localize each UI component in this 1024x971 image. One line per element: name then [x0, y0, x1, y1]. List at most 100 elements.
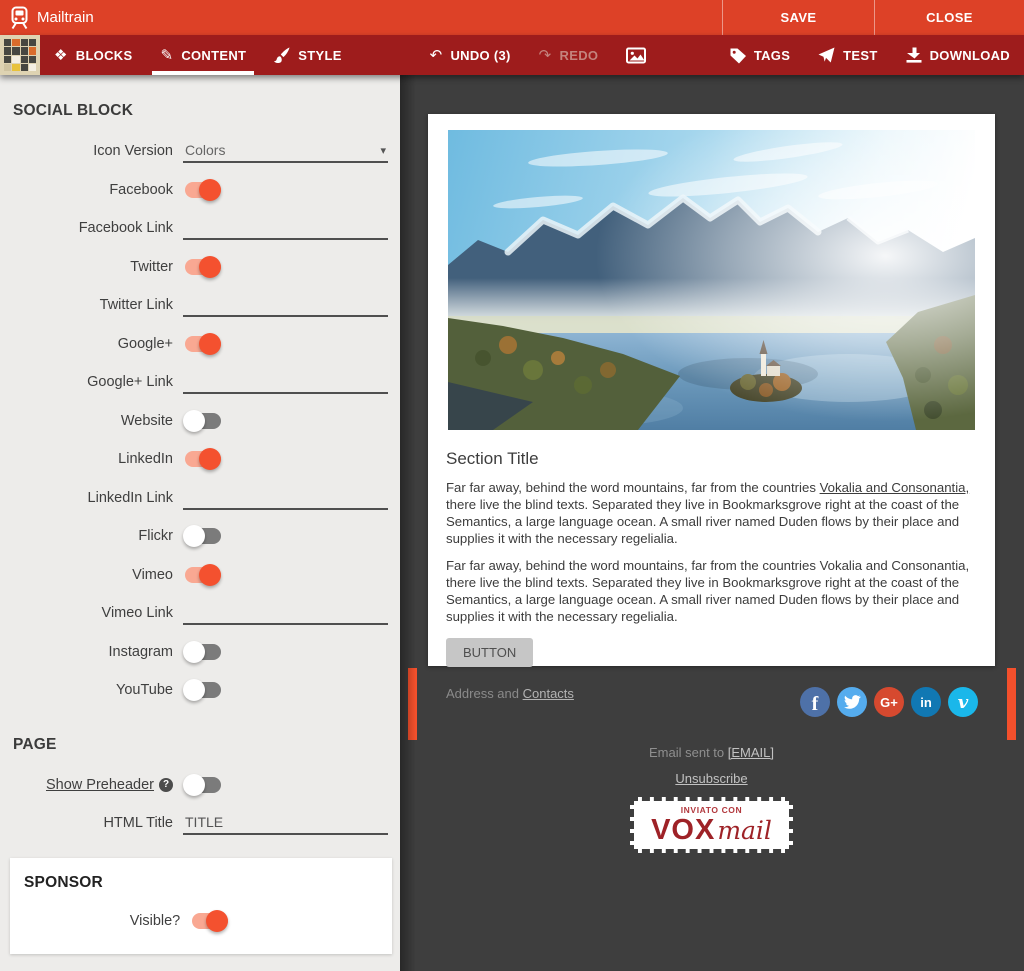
show-preheader-label: Show Preheader	[46, 777, 154, 793]
googleplus-toggle[interactable]	[183, 333, 223, 355]
badge-mail-text: mail	[717, 818, 772, 843]
linkedin-link-input[interactable]	[183, 486, 388, 510]
linkedin-icon[interactable]: in	[911, 687, 941, 717]
facebook-row: Facebook	[0, 171, 400, 210]
address-line[interactable]: Address and Contacts	[446, 686, 574, 701]
youtube-row: YouTube	[0, 671, 400, 710]
redo-icon: ↷	[539, 48, 552, 63]
download-label: DOWNLOAD	[930, 48, 1010, 63]
show-preheader-row: Show Preheader ?	[0, 766, 400, 805]
paragraph-1-text: Far far away, behind the word mountains,…	[446, 480, 820, 495]
vimeo-link-row: Vimeo Link	[0, 594, 400, 633]
download-icon	[906, 47, 922, 63]
vimeo-link-input[interactable]	[183, 601, 388, 625]
section-title[interactable]: Section Title	[446, 449, 977, 469]
facebook-link-input[interactable]	[183, 216, 388, 240]
facebook-link-row: Facebook Link	[0, 209, 400, 248]
voxmail-badge[interactable]: INVIATO CON VOX mail	[630, 797, 793, 853]
email-sent-line: Email sent to [EMAIL]	[428, 745, 995, 760]
facebook-link-label: Facebook Link	[79, 220, 173, 236]
vimeo-link-label: Vimeo Link	[102, 605, 173, 621]
linkedin-toggle[interactable]	[183, 448, 223, 470]
instagram-row: Instagram	[0, 633, 400, 672]
youtube-toggle[interactable]	[183, 679, 223, 701]
twitter-link-label: Twitter Link	[100, 297, 173, 313]
show-preheader-toggle[interactable]	[183, 774, 223, 796]
twitter-toggle[interactable]	[183, 256, 223, 278]
tab-content[interactable]: ✎ CONTENT	[146, 35, 260, 75]
tab-style[interactable]: STYLE	[260, 35, 355, 75]
sponsor-visible-toggle[interactable]	[190, 910, 230, 932]
social-block-heading: SOCIAL BLOCK	[0, 102, 400, 120]
email-canvas[interactable]: Section Title Far far away, behind the w…	[428, 114, 995, 666]
google-plus-icon[interactable]: G+	[874, 687, 904, 717]
twitter-link-input[interactable]	[183, 293, 388, 317]
header-spacer	[94, 0, 722, 35]
icon-version-row: Icon Version Colors ▾	[0, 132, 400, 171]
pencil-icon: ✎	[160, 48, 173, 63]
website-label: Website	[121, 413, 173, 429]
unsubscribe-link[interactable]: Unsubscribe	[428, 771, 995, 786]
sponsor-visible-label: Visible?	[130, 913, 181, 929]
website-toggle[interactable]	[183, 410, 223, 432]
email-token-link[interactable]: [EMAIL]	[728, 745, 774, 760]
icon-version-label: Icon Version	[93, 143, 173, 159]
hero-image[interactable]	[448, 130, 975, 430]
social-block-rows: Icon Version Colors ▾ Facebook Facebook …	[0, 132, 400, 710]
close-button[interactable]: CLOSE	[874, 0, 1024, 35]
flickr-toggle[interactable]	[183, 525, 223, 547]
tags-label: TAGS	[754, 48, 790, 63]
paragraph-1-text-after: there live the blind texts. Separated th…	[446, 497, 959, 546]
sponsor-visible-row: Visible?	[10, 902, 392, 941]
facebook-icon[interactable]: f	[800, 687, 830, 717]
icon-version-select[interactable]: Colors ▾	[183, 139, 388, 163]
html-title-row: HTML Title	[0, 804, 400, 843]
badge-vox-text: VOX	[651, 816, 715, 845]
editor-main: SOCIAL BLOCK Icon Version Colors ▾ Faceb…	[0, 75, 1024, 971]
linkedin-label: LinkedIn	[118, 451, 173, 467]
linkedin-row: LinkedIn	[0, 440, 400, 479]
googleplus-link-label: Google+ Link	[87, 374, 173, 390]
contacts-link[interactable]: Contacts	[523, 686, 574, 701]
vokalia-link[interactable]: Vokalia and Consonantia,	[820, 480, 970, 495]
save-button[interactable]: SAVE	[722, 0, 874, 35]
vimeo-icon[interactable]: v	[948, 687, 978, 717]
googleplus-link-input[interactable]	[183, 370, 388, 394]
app-header: Mailtrain SAVE CLOSE	[0, 0, 1024, 35]
undo-icon: ↶	[430, 48, 443, 63]
twitter-row: Twitter	[0, 248, 400, 287]
twitter-link-row: Twitter Link	[0, 286, 400, 325]
gallery-button[interactable]	[612, 35, 660, 75]
email-button[interactable]: BUTTON	[446, 638, 533, 667]
page-heading: PAGE	[0, 736, 400, 754]
tab-blocks[interactable]: ❖ BLOCKS	[40, 35, 146, 75]
tab-style-label: STYLE	[298, 48, 341, 63]
block-selection-bar-right[interactable]	[1007, 668, 1016, 740]
block-selection-bar-left[interactable]	[408, 668, 417, 740]
sponsor-card: SPONSOR Visible?	[10, 858, 392, 955]
email-preview: Section Title Far far away, behind the w…	[400, 75, 1024, 971]
test-button[interactable]: TEST	[804, 35, 891, 75]
html-title-input[interactable]	[183, 811, 388, 835]
mailtrain-editor-window: Mailtrain SAVE CLOSE ❖ BLOCKS ✎ CONTENT …	[0, 0, 1024, 971]
tags-button[interactable]: TAGS	[715, 35, 804, 75]
facebook-toggle[interactable]	[183, 179, 223, 201]
vimeo-toggle[interactable]	[183, 564, 223, 586]
paragraph-1[interactable]: Far far away, behind the word mountains,…	[446, 479, 977, 547]
paragraph-2[interactable]: Far far away, behind the word mountains,…	[446, 557, 977, 625]
googleplus-row: Google+	[0, 325, 400, 364]
download-button[interactable]: DOWNLOAD	[892, 35, 1024, 75]
instagram-toggle[interactable]	[183, 641, 223, 663]
redo-button: ↷ REDO	[525, 35, 613, 75]
googleplus-link-row: Google+ Link	[0, 363, 400, 402]
help-icon[interactable]: ?	[159, 778, 173, 792]
instagram-label: Instagram	[109, 644, 173, 660]
youtube-label: YouTube	[116, 682, 173, 698]
email-sent-text: Email sent to	[649, 745, 728, 760]
vimeo-label: Vimeo	[132, 567, 173, 583]
toolbar-spacer-2	[660, 35, 715, 75]
undo-button[interactable]: ↶ UNDO (3)	[416, 35, 525, 75]
twitter-icon[interactable]	[837, 687, 867, 717]
tab-blocks-label: BLOCKS	[76, 48, 133, 63]
tab-content-label: CONTENT	[181, 48, 246, 63]
